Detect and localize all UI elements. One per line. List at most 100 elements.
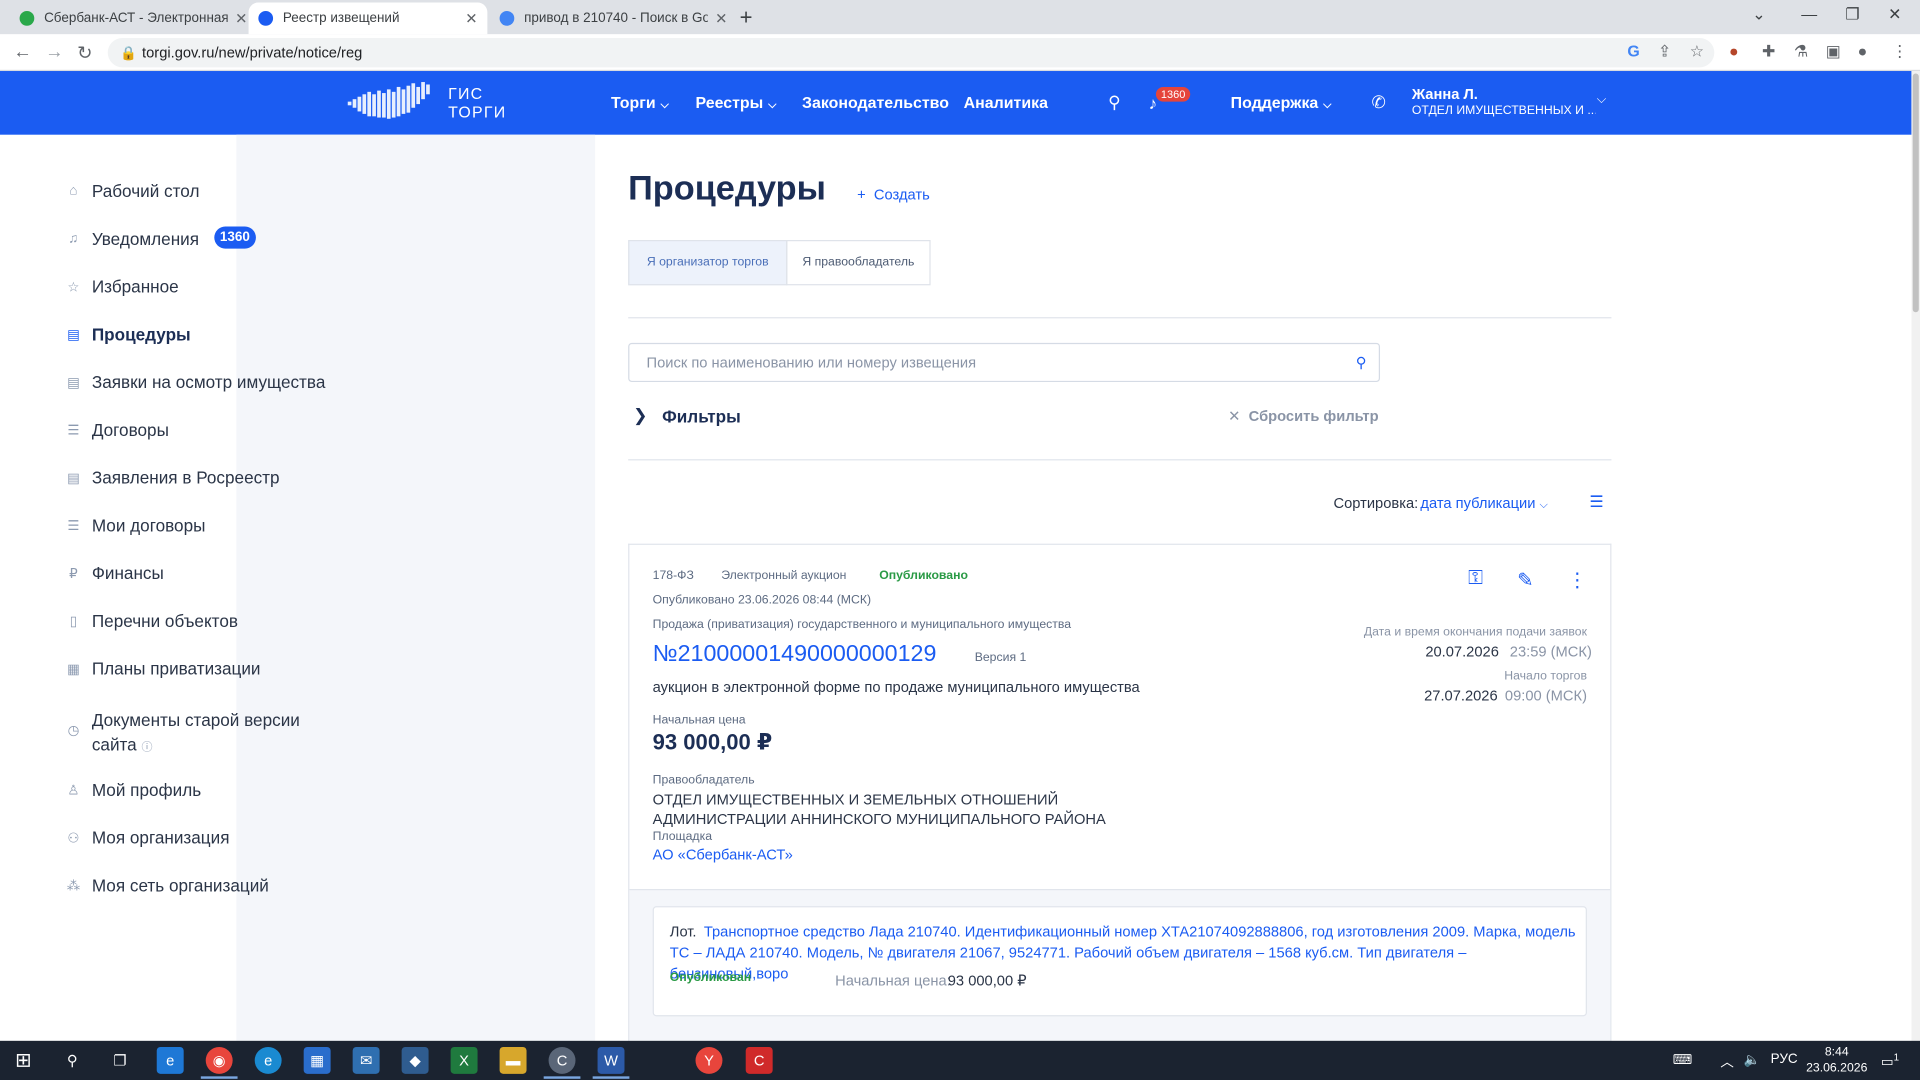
platform-link[interactable]: АО «Сбербанк-АСТ» [653, 846, 793, 863]
sidebar-item-favorites[interactable]: ☆ Избранное [64, 277, 178, 297]
bookmark-star-icon[interactable]: ☆ [1690, 42, 1704, 62]
sidebar-item-object-lists[interactable]: ▯ Перечни объектов [64, 611, 238, 631]
nav-torgi[interactable]: Торги ⌵ [611, 93, 669, 111]
sort-order-icon[interactable]: ☰ [1589, 492, 1603, 512]
excel-icon[interactable]: X [450, 1046, 478, 1074]
app-c-icon[interactable]: C [548, 1046, 576, 1074]
sidebar-item-desktop[interactable]: ⌂ Рабочий стол [64, 181, 199, 201]
file-explorer-icon[interactable]: ▬ [499, 1046, 527, 1074]
info-icon[interactable]: ⓘ [141, 741, 152, 753]
app-red-icon[interactable]: C [745, 1046, 773, 1074]
word-icon[interactable]: W [597, 1046, 625, 1074]
task-view-icon[interactable]: ❐ [107, 1047, 134, 1074]
chrome-icon[interactable]: ◉ [205, 1046, 233, 1074]
lot-description[interactable]: Лот. Транспортное средство Лада 210740. И… [670, 922, 1576, 984]
windows-start-icon[interactable]: ⊞ [10, 1047, 37, 1074]
mail-icon[interactable]: ✉ [352, 1046, 380, 1074]
share-icon[interactable]: ⇪ [1658, 42, 1671, 62]
clock[interactable]: 8:44 23.06.2026 [1805, 1044, 1869, 1076]
user-org[interactable]: ОТДЕЛ ИМУЩЕСТВЕННЫХ И ... [1412, 104, 1596, 117]
sidebar-item-procedures[interactable]: ▤ Процедуры [64, 324, 191, 344]
sidebar-item-notifications[interactable]: ♫ Уведомления 1360 [64, 226, 256, 249]
user-name[interactable]: Жанна Л. [1412, 86, 1478, 103]
new-tab-button[interactable]: + [740, 5, 753, 31]
edit-icon[interactable]: ✎ [1517, 568, 1533, 592]
notifications-badge: 1360 [1155, 86, 1191, 102]
search-icon[interactable]: ⚲ [1356, 354, 1367, 371]
gis-logo-icon[interactable] [345, 80, 433, 124]
chevron-down-icon[interactable]: ⌵ [1597, 93, 1606, 106]
close-icon[interactable]: ✕ [715, 10, 727, 27]
tab-rightholder[interactable]: Я правообладатель [786, 240, 931, 286]
keyboard-icon[interactable]: ⌨ [1673, 1052, 1692, 1068]
browser-tab-active[interactable]: Реестр извещений ✕ [248, 2, 488, 35]
close-icon[interactable]: ✕ [235, 10, 247, 27]
minimize-icon[interactable]: — [1801, 5, 1817, 23]
notification-center-icon[interactable]: ▭1 [1881, 1052, 1899, 1070]
sidebar-item-finances[interactable]: ₽ Финансы [64, 563, 164, 583]
more-icon[interactable]: ⋮ [1567, 568, 1587, 592]
sidepanel-icon[interactable]: ▣ [1826, 42, 1841, 62]
menu-icon[interactable]: ⋮ [1892, 42, 1908, 62]
nav-reestry[interactable]: Реестры ⌵ [696, 93, 777, 111]
sidebar-item-organization[interactable]: ⚇ Моя организация [64, 828, 229, 848]
window-close-icon[interactable]: ✕ [1888, 5, 1901, 25]
status-badge: Опубликовано [879, 569, 968, 583]
sidebar [236, 134, 596, 1041]
key-icon[interactable]: ⚿ [1468, 568, 1483, 590]
notice-number-link[interactable]: №21000001490000000129 [653, 642, 937, 669]
chevron-down-icon: ⌵ [1323, 97, 1332, 111]
close-icon[interactable]: ✕ [465, 10, 477, 27]
sidebar-item-org-network[interactable]: ⁂ Моя сеть организаций [64, 876, 269, 896]
reload-icon[interactable]: ↻ [77, 42, 92, 64]
browser-tab[interactable]: Сбербанк-АСТ - Электронная то ✕ [10, 2, 257, 34]
profile-icon[interactable]: ● [1858, 42, 1868, 60]
store-icon[interactable]: ▦ [303, 1046, 331, 1074]
taskbar: ⊞ ⚲ ❐ e ◉ e ▦ ✉ ◆ X ▬ C W Y C ⌨ ︿ 🔈 РУС … [0, 1040, 1920, 1080]
volume-icon[interactable]: 🔈 [1744, 1052, 1761, 1068]
browser-tabstrip: Сбербанк-АСТ - Электронная то ✕ Реестр и… [0, 0, 1920, 35]
nav-legislation[interactable]: Законодательство [802, 93, 949, 111]
nav-support[interactable]: Поддержка ⌵ [1231, 93, 1332, 111]
puzzle-icon[interactable]: ✚ [1762, 42, 1775, 62]
back-icon[interactable]: ← [13, 42, 31, 63]
address-bar[interactable]: 🔒 torgi.gov.ru/new/private/notice/reg [107, 37, 1715, 68]
sidebar-item-inspection-requests[interactable]: ▤ Заявки на осмотр имущества [64, 372, 326, 392]
sort-select[interactable]: дата публикации ⌵ [1420, 495, 1547, 512]
browser-tab[interactable]: привод в 210740 - Поиск в Goo ✕ [490, 2, 737, 34]
divider [628, 317, 1612, 319]
maximize-icon[interactable]: ❐ [1845, 5, 1859, 25]
search-input[interactable]: Поиск по наименованию или номеру извещен… [628, 342, 1381, 383]
chevron-down-icon: ⌵ [768, 97, 777, 111]
start-price: 93 000,00 ₽ [652, 729, 773, 755]
create-button[interactable]: + Создать [857, 186, 930, 203]
language-indicator[interactable]: РУС [1771, 1052, 1798, 1067]
google-icon[interactable]: G [1627, 42, 1639, 60]
app-icon[interactable]: ◆ [401, 1046, 429, 1074]
extension-icon[interactable]: ● [1729, 42, 1739, 60]
filters-toggle[interactable]: ❯ Фильтры [633, 405, 741, 426]
deadline-label: Дата и время окончания подачи заявок [1363, 625, 1587, 640]
forward-icon[interactable]: → [45, 42, 63, 63]
tab-organizer[interactable]: Я организатор торгов [628, 240, 788, 286]
sidebar-item-profile[interactable]: ♙ Мой профиль [64, 780, 201, 800]
reset-filter-button[interactable]: ✕ Сбросить фильтр [1228, 408, 1378, 425]
logo-text[interactable]: ГИС ТОРГИ [448, 84, 506, 121]
scrollbar-thumb[interactable] [1912, 73, 1919, 313]
sidebar-item-privatization-plans[interactable]: ▦ Планы приватизации [64, 659, 260, 679]
sidebar-item-contracts[interactable]: ☰ Договоры [64, 420, 168, 440]
nav-analytics[interactable]: Аналитика [964, 93, 1048, 111]
search-icon[interactable]: ⚲ [59, 1047, 86, 1074]
tab-search-icon[interactable]: ⌄ [1752, 5, 1765, 25]
yandex-browser-icon[interactable]: Y [695, 1046, 723, 1074]
flask-icon[interactable]: ⚗ [1794, 42, 1808, 62]
search-icon[interactable]: ⚲ [1108, 92, 1121, 113]
phone-icon[interactable]: ✆ [1371, 92, 1385, 113]
sidebar-item-my-contracts[interactable]: ☰ Мои договоры [64, 516, 205, 536]
ie-icon[interactable]: e [156, 1046, 184, 1074]
edge-icon[interactable]: e [254, 1046, 282, 1074]
active-indicator [592, 1076, 630, 1079]
tray-expand-icon[interactable]: ︿ [1720, 1052, 1733, 1072]
sidebar-item-old-docs[interactable]: ◷ Документы старой версии сайта ⓘ [64, 708, 300, 759]
sidebar-item-rosreestr[interactable]: ▤ Заявления в Росреестр [64, 468, 279, 488]
